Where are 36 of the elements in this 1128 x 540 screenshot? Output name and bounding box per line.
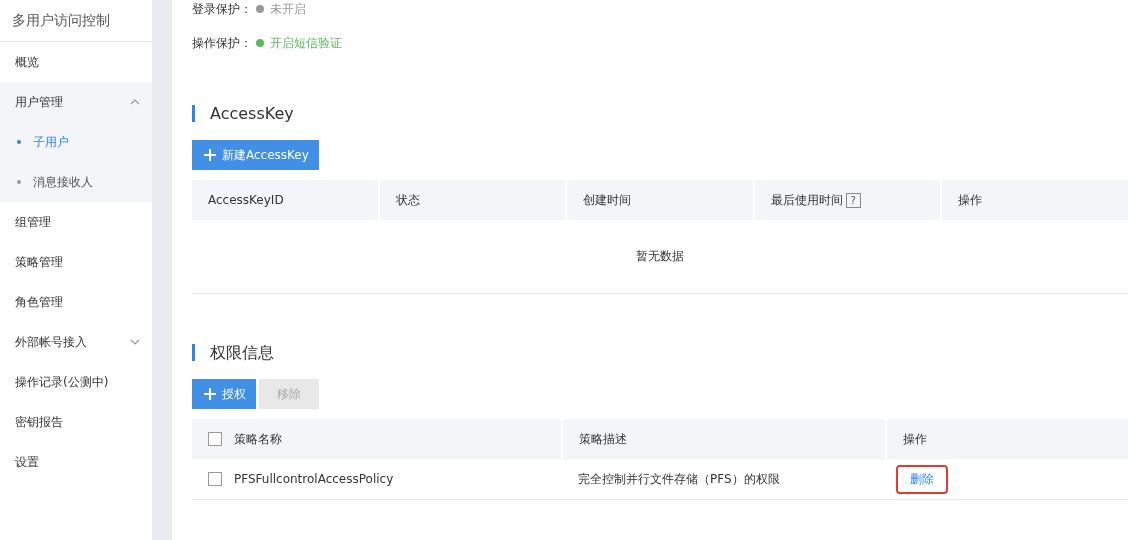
column-header: 状态 [379,180,567,220]
sidebar-item[interactable]: 操作记录(公测中) [0,362,152,402]
sidebar-item[interactable]: 组管理 [0,202,152,242]
column-header: 操作 [903,431,927,446]
plus-icon [204,388,216,400]
sidebar-subitem[interactable]: 消息接收人 [0,162,152,202]
chevron-icon [130,99,140,105]
checkbox[interactable] [208,432,222,446]
column-header: AccessKeyID [192,180,380,220]
sidebar-item[interactable]: 密钥报告 [0,402,152,442]
sidebar-item[interactable]: 角色管理 [0,282,152,322]
plus-icon [204,149,216,161]
section-heading: 权限信息 [192,344,1128,361]
help-icon[interactable]: ? [845,192,861,208]
sidebar-item[interactable]: 概览 [0,42,152,82]
column-header: 策略描述 [579,431,627,446]
sidebar-item[interactable]: 策略管理 [0,242,152,282]
sidebar-item[interactable]: 设置 [0,442,152,482]
empty-message: 暂无数据 [192,220,1128,294]
column-header: 策略名称 [234,431,282,446]
field-label: 操作保护： [192,34,252,52]
column-header: 创建时间 [566,180,754,220]
checkbox[interactable] [208,472,222,487]
column-header: 操作 [940,180,1128,220]
sidebar-subitem[interactable]: 子用户 [0,122,152,162]
sidebar-item[interactable]: 用户管理 [0,82,152,122]
chevron-icon [130,339,140,345]
sidebar-item[interactable]: 外部帐号接入 [0,322,152,362]
status-text: 开启短信验证 [270,34,342,52]
column-header: 最后使用时间 ? [753,180,941,220]
status-text: 未开启 [270,0,306,18]
delete-link[interactable]: 删除 [896,464,948,494]
section-heading: AccessKey [192,105,1128,122]
field-label: 登录保护： [192,0,252,18]
table-cell: PFSFullcontrolAccessPolicy [234,471,394,486]
table-cell: 完全控制并行文件存储（PFS）的权限 [578,471,780,486]
